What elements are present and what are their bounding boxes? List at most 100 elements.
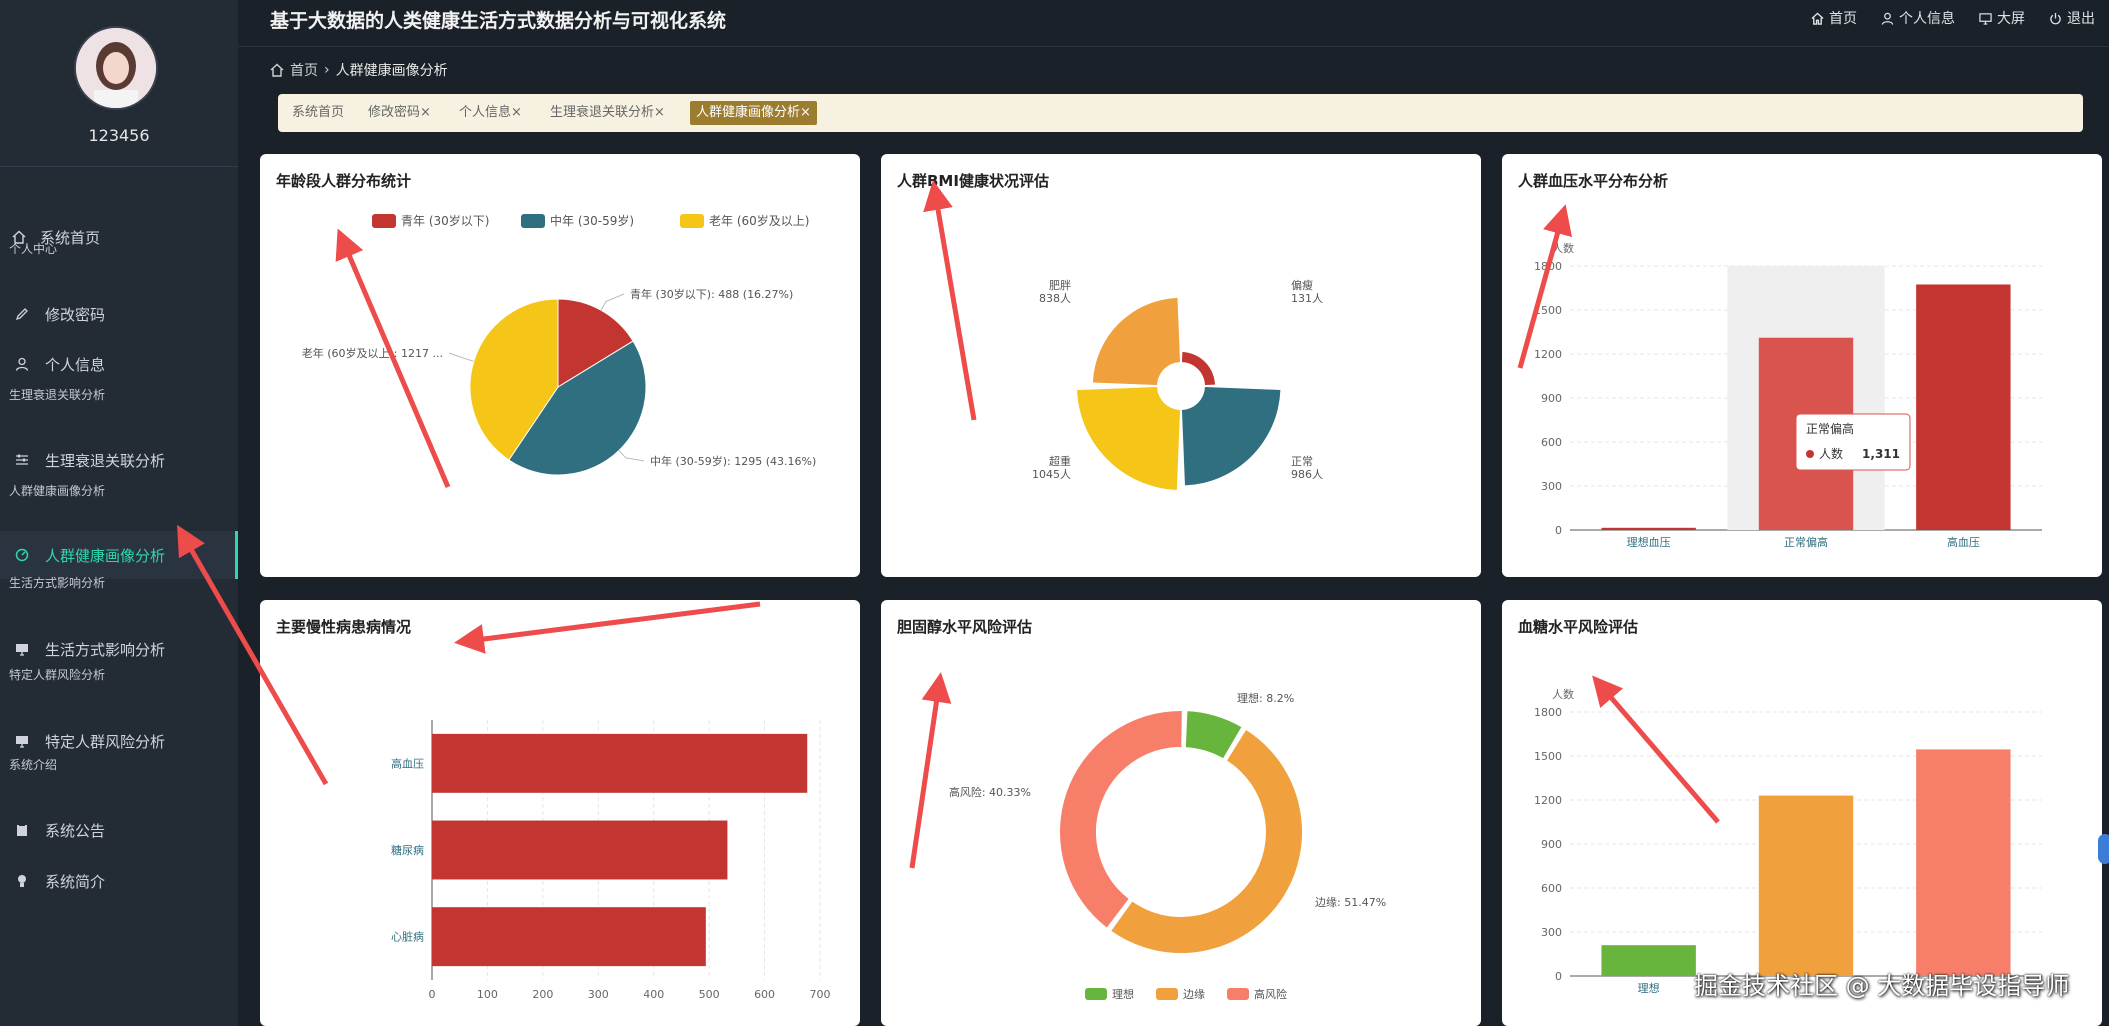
tooltip-marker	[1806, 450, 1814, 458]
watermark: 掘金技术社区 @ 大数据毕设指导师	[1694, 972, 2070, 1000]
sidebar-item[interactable]: 生理衰退关联分析	[0, 436, 238, 484]
tab-health-profile[interactable]: 人群健康画像分析×	[690, 101, 817, 125]
x-tick-label: 600	[754, 988, 775, 1001]
card-bmi: 人群BMI健康状况评估 偏瘦 131人 正常 986人 超重 1045人 肥胖 838人	[881, 154, 1481, 577]
close-icon[interactable]: ×	[654, 105, 665, 120]
tooltip-value: 1,311	[1862, 447, 1900, 461]
top-nav-profile[interactable]: 个人信息	[1881, 8, 1955, 28]
bmi-rose-chart: 偏瘦131人正常986人 超重1045人 肥胖838人	[1032, 278, 1323, 490]
sidebar-item-label: 生活方式影响分析	[45, 640, 166, 659]
age-pie-chart: 青年 (30岁以下) 中年 (30-59岁) 老年 (60岁及以上) 青年 (30岁以…	[302, 213, 816, 476]
sidebar-item[interactable]: 系统公告	[0, 806, 238, 854]
label-line	[618, 450, 645, 462]
card-cholesterol: 胆固醇水平风险评估 理想: 8.2% 边缘: 51.47% 高风险: 40.33% 理…	[881, 600, 1481, 1026]
sidebar-item-label: 人群健康画像分析	[45, 546, 166, 565]
app-title: 基于大数据的人类健康生活方式数据分析与可视化系统	[270, 10, 727, 32]
menu-group-label: 特定人群风险分析	[9, 668, 106, 682]
monitor-icon	[1979, 12, 1992, 25]
card-chronic-disease: 主要慢性病患病情况 0 100 200 300 400 500 600 700 高血压 糖尿病 心脏…	[260, 600, 860, 1026]
y-axis-label: 人数	[1552, 242, 1574, 255]
sidebar-item[interactable]: 人群健康画像分析	[0, 531, 238, 579]
tab-label: 系统首页	[292, 105, 345, 120]
slice-name: 超重	[1049, 454, 1071, 468]
rose-slice	[1181, 351, 1216, 386]
slice-label: 青年 (30岁以下): 488 (16.27%)	[630, 287, 793, 301]
menu-group-label: 人群健康画像分析	[9, 484, 106, 498]
bar	[1601, 527, 1696, 530]
top-nav-logout[interactable]: 退出	[2049, 8, 2095, 28]
rose-slice	[1092, 297, 1181, 386]
dashboard-icon	[13, 546, 31, 564]
divider	[0, 166, 238, 167]
sidebar-item-label: 修改密码	[45, 305, 106, 324]
bar	[432, 820, 728, 880]
top-bar: 基于大数据的人类健康生活方式数据分析与可视化系统 首页 个人信息 大屏 退出	[238, 0, 2109, 47]
y-tick-label: 0	[1555, 970, 1562, 983]
menu-group-label: 生理衰退关联分析	[9, 388, 106, 402]
x-tick-label: 100	[477, 988, 498, 1001]
slice-label: 老年 (60岁及以上): 1217 ...	[302, 346, 443, 360]
rose-slice	[1181, 386, 1281, 486]
close-icon[interactable]: ×	[420, 105, 431, 120]
breadcrumb: 首页 › 人群健康画像分析	[270, 60, 448, 80]
slice-name: 偏瘦	[1291, 278, 1313, 292]
legend-swatch	[680, 214, 704, 228]
avatar[interactable]	[74, 26, 158, 110]
user-icon	[13, 355, 31, 373]
bar	[1916, 749, 2011, 976]
cholesterol-donut-chart: 理想: 8.2% 边缘: 51.47% 高风险: 40.33% 理想 边缘 高风险	[949, 691, 1386, 1001]
y-tick-label: 0	[1555, 524, 1562, 537]
close-icon[interactable]: ×	[800, 105, 811, 120]
menu-group-label: 系统介绍	[9, 758, 58, 772]
y-tick-label: 600	[1541, 882, 1562, 895]
sidebar-item[interactable]: 个人信息	[0, 340, 238, 388]
slice-label: 986人	[1291, 468, 1323, 481]
home-icon	[270, 63, 284, 77]
x-tick-label: 700	[810, 988, 831, 1001]
tab-change-password[interactable]: 修改密码×	[362, 101, 437, 125]
floating-button[interactable]	[2098, 834, 2109, 864]
card-age-distribution: 年龄段人群分布统计 青年 (30岁以下) 中年 (30-59岁) 老年 (60岁及以…	[260, 154, 860, 577]
x-tick-label: 200	[532, 988, 553, 1001]
tab-profile[interactable]: 个人信息×	[453, 101, 528, 125]
tab-home[interactable]: 系统首页	[286, 101, 350, 125]
sidebar-item[interactable]: 修改密码	[0, 290, 238, 338]
power-icon	[2050, 12, 2061, 24]
x-tick-label: 400	[643, 988, 664, 1001]
breadcrumb-current: 人群健康画像分析	[335, 63, 448, 79]
top-nav-logout-label: 退出	[2067, 11, 2095, 27]
card-blood-pressure: 人群血压水平分布分析 人数 0 300 600 900 1200 1500 1800 理想血压正…	[1502, 154, 2102, 577]
y-tick-label: 1800	[1534, 260, 1562, 273]
bar	[1758, 795, 1854, 976]
legend-label: 中年 (30-59岁)	[550, 213, 634, 228]
bar	[1916, 284, 2011, 530]
y-tick-label: 心脏病	[391, 930, 424, 944]
rose-slice	[1077, 386, 1181, 490]
sidebar-item-label: 个人信息	[45, 355, 106, 374]
slice-name: 正常	[1291, 455, 1313, 468]
tab-decline-analysis[interactable]: 生理衰退关联分析×	[544, 101, 671, 125]
legend-label: 理想	[1112, 987, 1134, 1001]
x-tick-label: 300	[588, 988, 609, 1001]
slice-label: 理想: 8.2%	[1237, 691, 1294, 705]
close-icon[interactable]: ×	[511, 105, 522, 120]
top-nav-home[interactable]: 首页	[1811, 8, 1857, 28]
legend-swatch	[1156, 988, 1178, 1000]
slice-label: 高风险: 40.33%	[949, 785, 1031, 799]
y-tick-label: 1200	[1534, 794, 1562, 807]
monitor-icon	[13, 640, 31, 658]
sidebar-item-label: 系统简介	[45, 872, 106, 891]
tooltip-series: 人数	[1819, 446, 1843, 461]
tabs-bar: 系统首页 修改密码× 个人信息× 生理衰退关联分析× 人群健康画像分析×	[278, 94, 2083, 132]
chronic-bar-chart: 0 100 200 300 400 500 600 700 高血压糖尿病心脏病	[391, 720, 831, 1001]
donut-slice	[1058, 709, 1184, 931]
slice-label: 131人	[1291, 292, 1323, 305]
y-tick-label: 1500	[1534, 750, 1562, 763]
tooltip-title: 正常偏高	[1806, 421, 1854, 436]
x-tick-label: 理想	[1638, 981, 1660, 995]
tab-label: 修改密码	[368, 105, 421, 120]
card-blood-sugar: 血糖水平风险评估 人数 0 300 600 900 1200 1500 1800 理想	[1502, 600, 2102, 1026]
breadcrumb-home[interactable]: 首页	[290, 60, 318, 80]
top-nav-screen[interactable]: 大屏	[1979, 8, 2025, 28]
sidebar-item[interactable]: 系统简介	[0, 857, 238, 905]
